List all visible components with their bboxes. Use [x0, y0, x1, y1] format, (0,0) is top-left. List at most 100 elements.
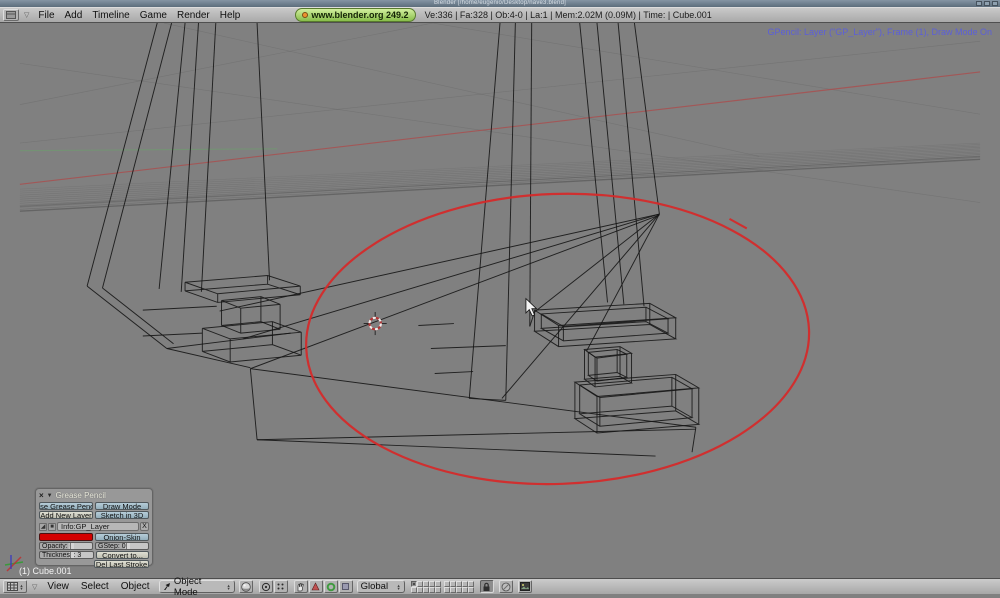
gpencil-status-text: GPencil: Layer ("GP_Layer"), Frame (1), …: [767, 27, 992, 37]
lock-layers-button[interactable]: [479, 580, 494, 593]
layer-cell-20[interactable]: [467, 586, 474, 593]
translate-icon: [311, 582, 320, 591]
wireframe-line: [86, 23, 158, 287]
draw-mode-button[interactable]: Draw Mode: [95, 502, 149, 510]
layer-name-field[interactable]: Info:GP_Layer: [57, 522, 139, 531]
viewport-shading-button[interactable]: [238, 580, 253, 593]
menu-file[interactable]: File: [33, 10, 59, 21]
scale-icon: [342, 583, 349, 590]
stroke-color-swatch[interactable]: [39, 533, 93, 541]
grid-band-line: [19, 152, 981, 204]
wireframe-line: [142, 305, 217, 311]
menu-game[interactable]: Game: [135, 10, 172, 21]
convert-to-button[interactable]: Convert to...: [96, 551, 149, 559]
close-button[interactable]: [992, 1, 998, 6]
wireframe-line: [250, 368, 696, 428]
editor-type-arrows-icon: ▲ ▼: [19, 582, 24, 591]
grease-pencil-panel-header: × ▼ Grease Pencil: [39, 491, 149, 500]
layer-lock-icon[interactable]: ◢: [39, 522, 47, 531]
panel-spacer: [39, 560, 92, 568]
grease-pencil-panel[interactable]: × ▼ Grease Pencil Use Grease Pencil Draw…: [35, 488, 153, 568]
scene-statistics: Ve:336 | Fa:328 | Ob:4-0 | La:1 | Mem:2.…: [424, 10, 712, 20]
footer-collapse-icon[interactable]: ▽: [32, 583, 37, 591]
wireframe-line: [505, 23, 516, 401]
wireframe-line: [257, 428, 696, 441]
del-last-stroke-button[interactable]: Del Last Stroke: [94, 560, 149, 568]
menu-render[interactable]: Render: [172, 10, 215, 21]
menu-view[interactable]: View: [41, 581, 75, 592]
wireframe-line: [180, 23, 199, 292]
grid-icon: [6, 582, 18, 591]
menu-select[interactable]: Select: [75, 581, 115, 592]
grid-band-line: [19, 154, 981, 206]
sketch-in-3d-button[interactable]: Sketch in 3D: [95, 511, 149, 519]
render-image-icon: [519, 582, 530, 591]
menu-add[interactable]: Add: [60, 10, 88, 21]
shading-sphere-icon: [240, 581, 251, 592]
3d-cursor: [363, 312, 387, 336]
window-type-icon: [6, 11, 16, 19]
editor-type-button[interactable]: ▲ ▼: [3, 580, 27, 593]
mode-dropdown[interactable]: Object Mode ▲ ▼: [158, 576, 235, 598]
wireframe-line: [468, 23, 501, 399]
translate-manipulator-button[interactable]: [308, 580, 323, 593]
window-type-button[interactable]: [3, 9, 19, 21]
orientation-arrows-icon: ▲ ▼: [396, 582, 401, 591]
onion-skin-button[interactable]: Onion-Skin: [95, 533, 149, 541]
layer-grid-2: [443, 580, 474, 593]
move-centers-button[interactable]: [273, 580, 288, 593]
grid-band-line: [19, 149, 981, 200]
wireframe-line: [142, 332, 203, 337]
wireframe-line: [691, 427, 697, 453]
orientation-dropdown-label: Global: [360, 581, 389, 592]
wireframe-line: [200, 23, 217, 292]
layer-cell-10[interactable]: [434, 586, 441, 593]
mode-dropdown-label: Object Mode: [173, 575, 202, 598]
pivot-icon: [261, 582, 270, 591]
centers-dots-icon: [277, 583, 284, 590]
panel-title: Grease Pencil: [55, 491, 106, 500]
wireframe-line: [166, 348, 251, 369]
wireframe-line: [256, 23, 271, 281]
maximize-button[interactable]: [984, 1, 990, 6]
scale-manipulator-button[interactable]: [338, 580, 353, 593]
use-grease-pencil-button[interactable]: Use Grease Pencil: [39, 502, 93, 510]
render-preview-button[interactable]: [517, 580, 532, 593]
layer-cell-1[interactable]: [410, 580, 417, 587]
gstep-slider[interactable]: GStep: 0: [95, 542, 149, 550]
delete-layer-button[interactable]: X: [140, 522, 149, 531]
minimize-button[interactable]: [976, 1, 982, 6]
panel-close-icon[interactable]: ×: [39, 491, 44, 500]
version-badge-label: www.blender.org 249.2: [311, 10, 409, 20]
window-title: Blender [/home/eugenio/Desktop/nave3.ble…: [433, 0, 567, 6]
wireframe-line: [257, 439, 656, 457]
rotate-manipulator-button[interactable]: [323, 580, 338, 593]
menu-timeline[interactable]: Timeline: [87, 10, 134, 21]
blender-logo-icon: [302, 12, 309, 18]
menu-object[interactable]: Object: [115, 581, 156, 592]
wireframe-line: [418, 323, 454, 326]
wireframe-box: [573, 373, 701, 434]
manipulator-toggle-button[interactable]: [293, 580, 308, 593]
proportional-sphere-button[interactable]: [498, 580, 513, 593]
thickness-slider[interactable]: Thickness: 3: [39, 551, 94, 559]
menu-help[interactable]: Help: [215, 10, 246, 21]
sphere-icon: [501, 582, 510, 591]
layer-visibility-icon[interactable]: ■: [48, 522, 56, 531]
panel-collapse-icon[interactable]: ▼: [47, 493, 53, 499]
add-new-layer-button[interactable]: Add New Layer: [39, 511, 93, 519]
3d-viewport[interactable]: GPencil: Layer ("GP_Layer"), Frame (1), …: [0, 23, 1000, 578]
header-collapse-icon[interactable]: ▽: [24, 11, 29, 19]
pivot-point-dropdown[interactable]: [258, 580, 273, 593]
layer-buttons: [410, 580, 474, 593]
info-header: ▽ File Add Timeline Game Render Help www…: [0, 7, 1000, 23]
wireframe-line: [633, 23, 660, 215]
wireframe-line: [86, 285, 168, 349]
wireframe-box: [221, 296, 281, 334]
orientation-dropdown[interactable]: Global ▲ ▼: [356, 580, 405, 593]
opacity-slider[interactable]: Opacity: 0: [39, 542, 93, 550]
layer-grid-1: [410, 580, 441, 593]
grease-pencil-stroke: [305, 192, 811, 486]
version-badge[interactable]: www.blender.org 249.2: [295, 8, 416, 22]
wireframe-line: [250, 214, 660, 370]
